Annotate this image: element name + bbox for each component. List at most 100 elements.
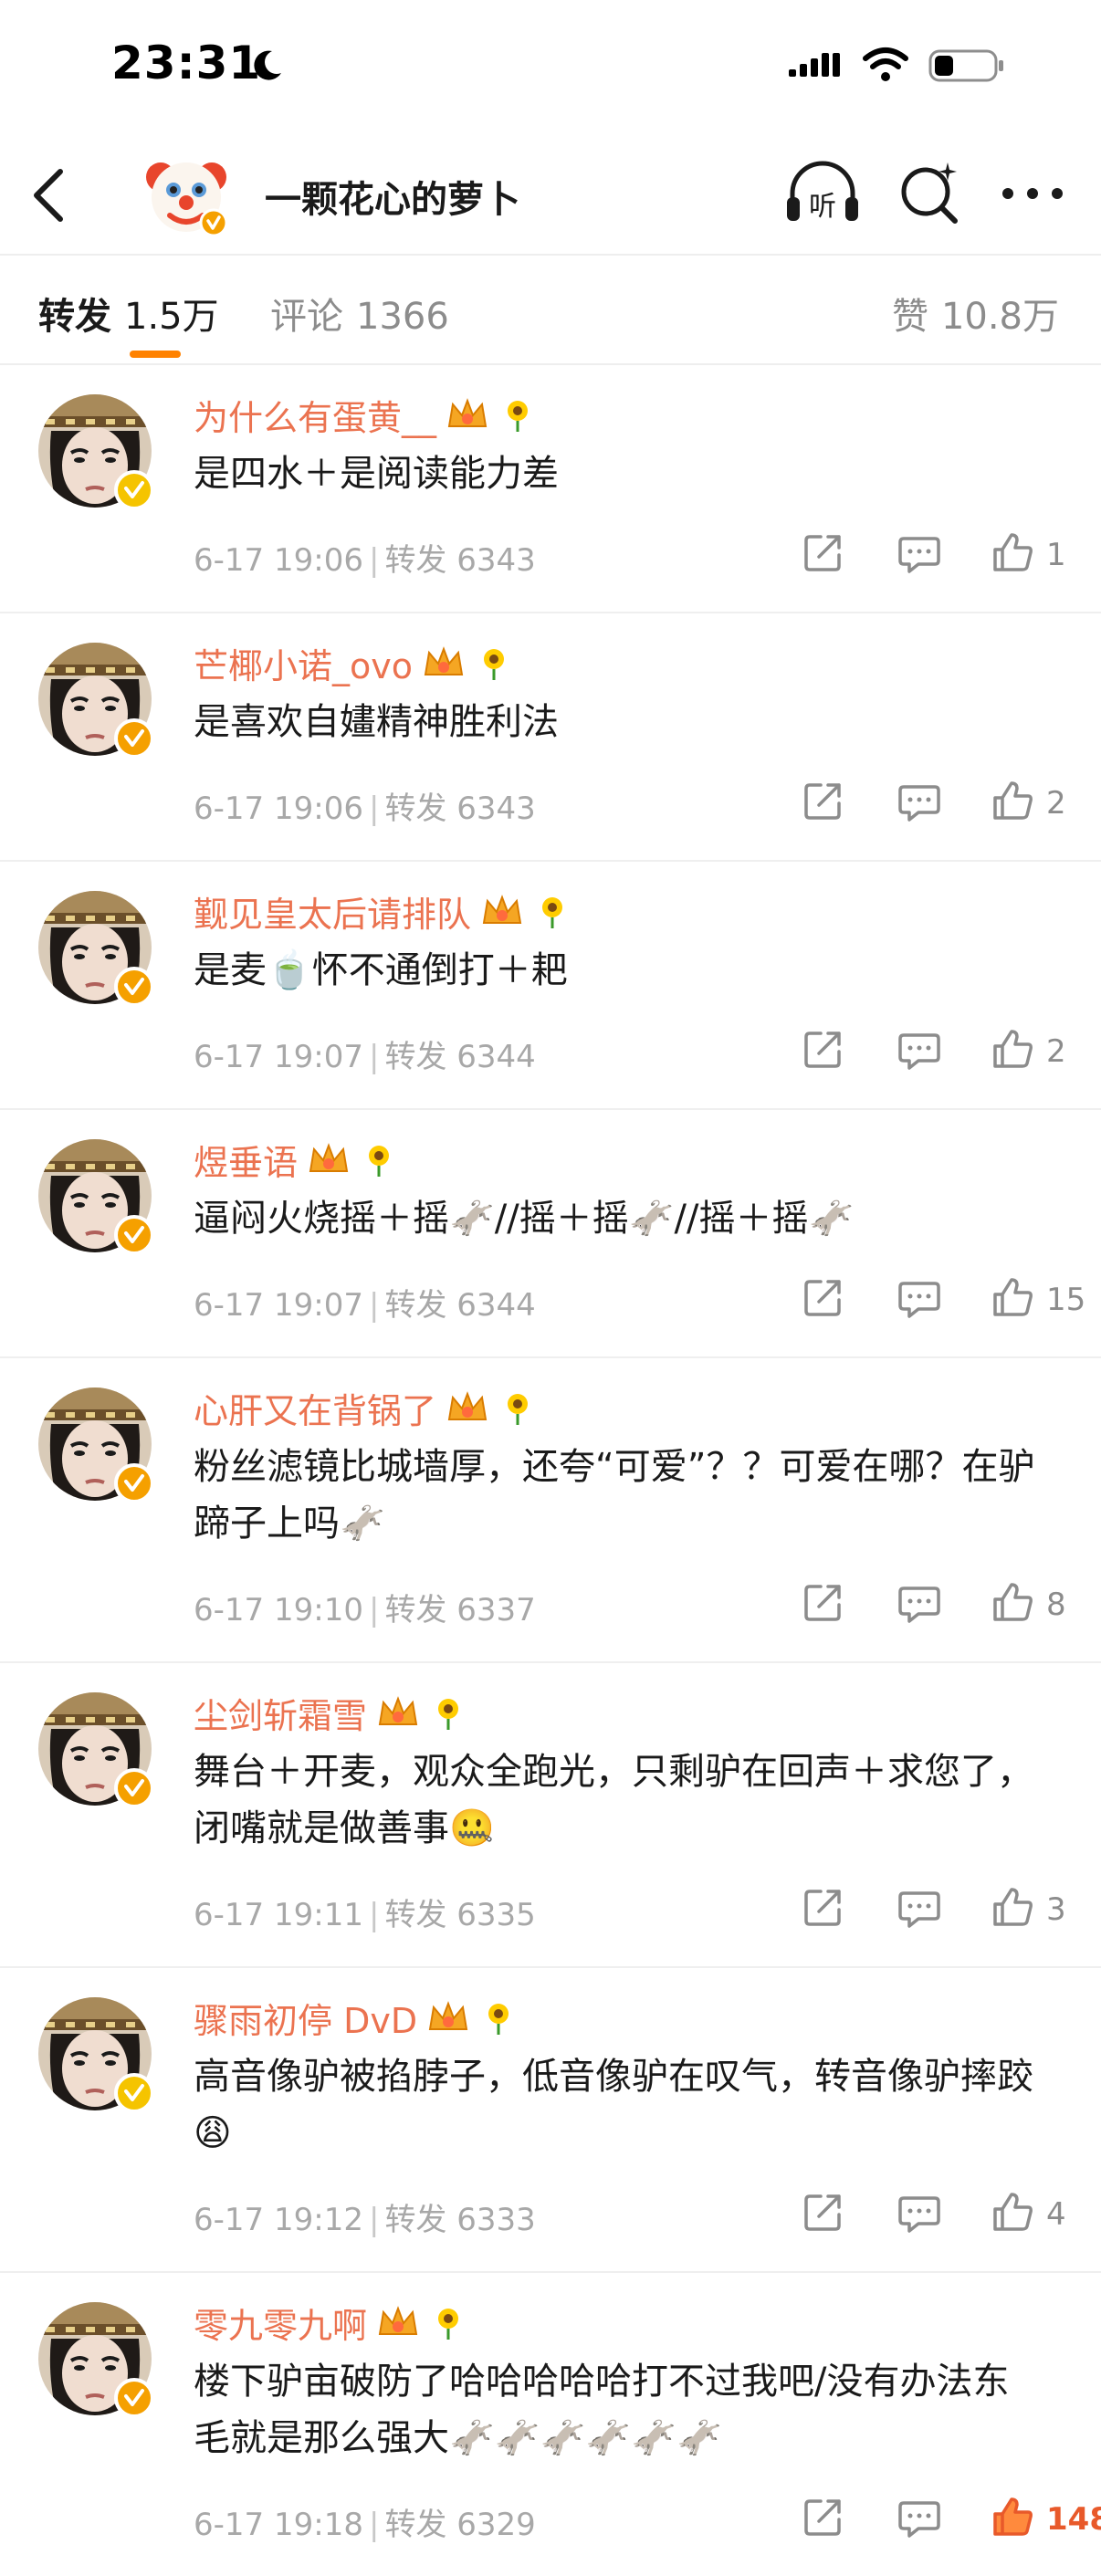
crown-badge-icon: [309, 1143, 349, 1172]
repost-item[interactable]: 芒椰小诺_ovo 是喜欢自嫿精神胜利法 6-17 19:06|转发 6343: [0, 613, 1101, 862]
username-row: 芒椰小诺_ovo: [194, 637, 1064, 688]
username[interactable]: 芒椰小诺_ovo: [194, 638, 413, 688]
repost-item[interactable]: 骤雨初停 DvD 高音像驴被掐脖子，低音像驴在叹气，转音像驴摔跤😩 6-17 1…: [0, 1968, 1101, 2273]
repost-timestamp: 6-17 19:07: [194, 1287, 363, 1324]
meta-row: 6-17 19:18|转发 6329 1487: [194, 2466, 1101, 2576]
repost-item[interactable]: 觐见皇太后请排队 是麦🍵怀不通倒打＋耙 6-17 19:07|转发 6344: [0, 862, 1101, 1110]
repost-item[interactable]: 尘剑斩霜雪 舞台＋开麦，观众全跑光，只剩驴在回声＋求您了，闭嘴就是做善事🤐 6-…: [0, 1663, 1101, 1968]
thumbs-up-icon[interactable]: [990, 529, 1035, 575]
thumbs-up-icon[interactable]: [990, 1026, 1035, 1072]
user-avatar[interactable]: [38, 643, 154, 759]
username[interactable]: 煜垂语: [194, 1135, 298, 1185]
user-avatar[interactable]: [38, 891, 154, 1007]
thumbs-up-icon[interactable]: [990, 1884, 1035, 1930]
repost-label: 转发: [384, 2507, 447, 2543]
repost-timestamp: 6-17 19:11: [194, 1897, 363, 1933]
share-icon[interactable]: [801, 2494, 846, 2539]
repost-meta: 6-17 19:18 | 转发 6329: [194, 2507, 536, 2543]
share-icon[interactable]: [801, 1026, 846, 1072]
share-icon[interactable]: [801, 1884, 846, 1930]
user-avatar[interactable]: [38, 1997, 154, 2113]
username[interactable]: 觐见皇太后请排队: [194, 886, 471, 937]
share-icon[interactable]: [801, 529, 846, 575]
repost-count: 6329: [456, 2507, 536, 2543]
like-count: 1: [1046, 537, 1066, 573]
comment-icon[interactable]: [897, 1884, 942, 1930]
share-icon[interactable]: [801, 1274, 846, 1320]
repost-list: 为什么有蛋黄__ 是四水＋是阅读能力差 6-17 19:06|转发 6343: [0, 365, 1101, 2576]
active-tab-indicator: [130, 351, 181, 358]
thumbs-up-icon[interactable]: [990, 2189, 1035, 2235]
repost-meta: 6-17 19:10 | 转发 6337: [194, 1592, 536, 1628]
meta-row: 6-17 19:07 | 转发 6344 2: [194, 999, 1066, 1108]
repost-item[interactable]: 心肝又在背锅了 粉丝滤镜比城墙厚，还夸“可爱”？？可爱在哪？在驴蹄子上吗🫏 6-…: [0, 1358, 1101, 1663]
repost-text: 是麦🍵怀不通倒打＋耙: [194, 949, 568, 991]
tab-comments[interactable]: 评论 1366: [270, 287, 449, 340]
verified-badge-icon: [114, 2073, 154, 2113]
user-avatar[interactable]: [38, 2302, 154, 2418]
comment-icon[interactable]: [897, 529, 942, 575]
repost-item[interactable]: 煜垂语 逼闷火烧摇＋摇🫏//摇＋摇🫏//摇＋摇🫏 6-17 19:07 | 转发 6…: [0, 1110, 1101, 1358]
tab-likes[interactable]: 赞 10.8万: [892, 287, 1059, 340]
sunflower-badge-icon: [488, 2004, 509, 2035]
username[interactable]: 骤雨初停 DvD: [194, 1993, 417, 2043]
tab-bar: 转发 1.5万 评论 1366 赞 10.8万: [0, 254, 1101, 365]
comment-icon[interactable]: [897, 2494, 942, 2539]
repost-label: 转发: [384, 1287, 447, 1324]
like-count: 15: [1046, 1282, 1086, 1318]
thumbs-up-icon[interactable]: [990, 1274, 1035, 1320]
username-row: 零九零九啊: [194, 2297, 1064, 2348]
repost-text: 逼闷火烧摇＋摇🫏//摇＋摇🫏//摇＋摇🫏: [194, 1198, 855, 1240]
username[interactable]: 零九零九啊: [194, 2298, 367, 2348]
comment-icon[interactable]: [897, 1026, 942, 1072]
share-icon[interactable]: [801, 2189, 846, 2235]
crown-badge-icon: [482, 895, 522, 924]
username[interactable]: 心肝又在背锅了: [194, 1383, 436, 1433]
repost-meta: 6-17 19:06 | 转发 6343: [194, 791, 536, 827]
clown-avatar[interactable]: [141, 150, 232, 241]
crown-badge-icon: [378, 1696, 418, 1725]
repost-label: 转发: [384, 1897, 447, 1933]
share-icon[interactable]: [801, 778, 846, 823]
profile-header: 一颗花心的萝卜 听: [0, 137, 1101, 254]
comment-icon[interactable]: [897, 2189, 942, 2235]
username[interactable]: 为什么有蛋黄__: [194, 390, 436, 440]
username[interactable]: 尘剑斩霜雪: [194, 1688, 367, 1738]
comment-icon[interactable]: [897, 1274, 942, 1320]
repost-meta: 6-17 19:12 | 转发 6333: [194, 2202, 536, 2238]
svg-text:听: 听: [809, 191, 836, 223]
share-icon[interactable]: [801, 1579, 846, 1625]
search-icon[interactable]: [895, 157, 964, 230]
comment-icon[interactable]: [897, 778, 942, 823]
tab-reposts[interactable]: 转发 1.5万: [38, 287, 219, 340]
repost-count: 6337: [456, 1592, 536, 1628]
verified-badge-icon: [114, 470, 154, 510]
verified-badge-icon: [114, 967, 154, 1007]
tab-comments-label: 评论: [270, 296, 343, 338]
repost-count: 6343: [456, 542, 536, 579]
crown-badge-icon: [447, 398, 488, 427]
repost-text: 粉丝滤镜比城墙厚，还夸“可爱”？？可爱在哪？在驴蹄子上吗🫏: [194, 1446, 1035, 1545]
comment-icon[interactable]: [897, 1579, 942, 1625]
back-arrow-icon[interactable]: [24, 164, 75, 226]
username-row: 觐见皇太后请排队: [194, 885, 1064, 937]
status-bar: 23:31: [0, 0, 1101, 137]
thumbs-up-icon[interactable]: [990, 778, 1035, 823]
thumbs-up-icon[interactable]: [990, 2494, 1035, 2539]
user-avatar[interactable]: [38, 394, 154, 510]
crown-badge-icon: [378, 2306, 418, 2335]
headphones-listen-icon[interactable]: 听: [783, 157, 862, 230]
thumbs-up-icon[interactable]: [990, 1579, 1035, 1625]
repost-label: 转发: [384, 542, 447, 579]
user-avatar[interactable]: [38, 1139, 154, 1255]
repost-count: 6344: [456, 1287, 536, 1324]
more-options-icon[interactable]: [993, 157, 1072, 230]
tab-comments-count: 1366: [356, 296, 449, 338]
user-avatar[interactable]: [38, 1692, 154, 1808]
repost-meta: 6-17 19:11 | 转发 6335: [194, 1897, 536, 1933]
meta-row: 6-17 19:06 | 转发 6343 1: [194, 502, 1066, 612]
repost-item[interactable]: 为什么有蛋黄__ 是四水＋是阅读能力差 6-17 19:06|转发 6343: [0, 365, 1101, 613]
meta-row: 6-17 19:10 | 转发 6337 8: [194, 1552, 1066, 1661]
user-avatar[interactable]: [38, 1387, 154, 1503]
repost-item[interactable]: 零九零九啊 楼下驴亩破防了哈哈哈哈哈打不过我吧/没有办法东毛就是那么强大🫏🫏🫏🫏…: [0, 2273, 1101, 2576]
